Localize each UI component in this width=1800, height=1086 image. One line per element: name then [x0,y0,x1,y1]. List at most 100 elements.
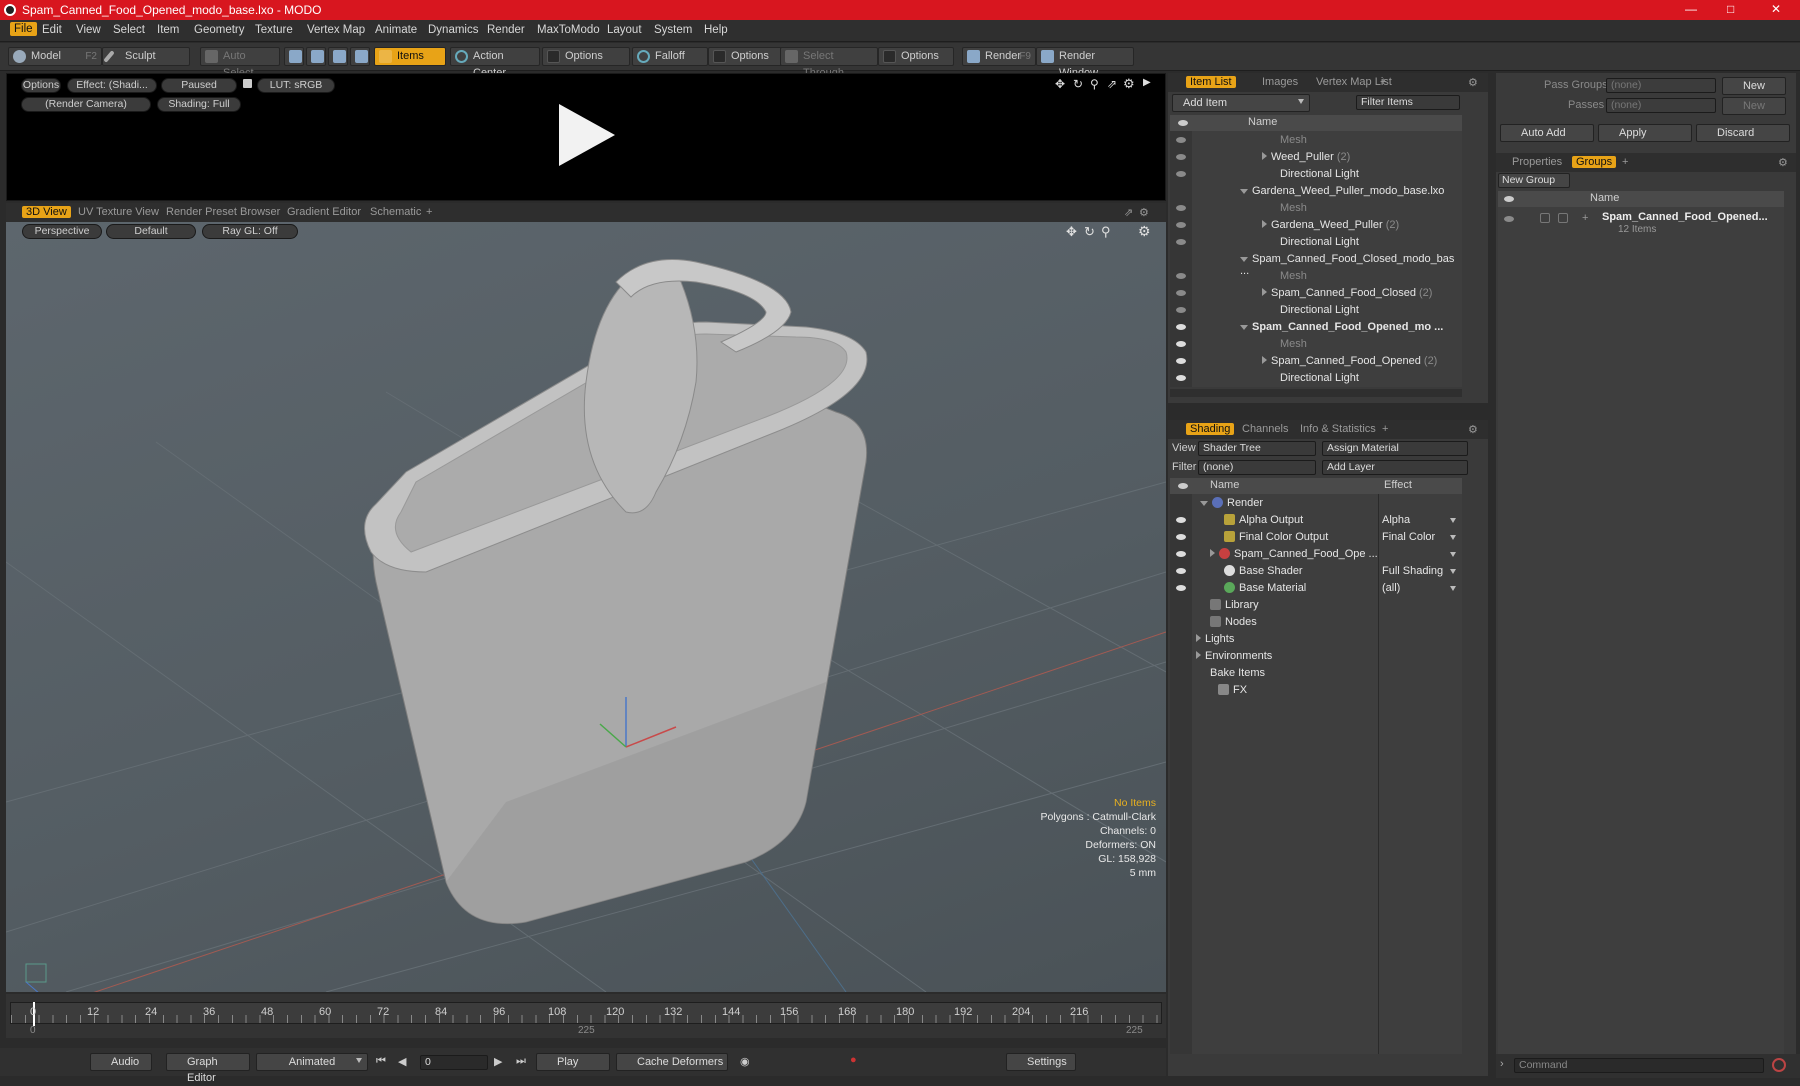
maximize-panel-icon[interactable]: ⇗ [1124,206,1133,219]
list-item[interactable]: Gardena_Weed_Puller_modo_base.lxo [1170,183,1462,200]
action-center-button[interactable]: Action Center [450,47,540,79]
key-icon[interactable]: ◉ [740,1055,750,1068]
list-item[interactable]: Spam_Canned_Food_Opened (2) [1170,353,1462,370]
arrow-right-icon[interactable]: ▶ [1143,77,1151,88]
auto-add-button[interactable]: Auto Add [1500,124,1594,142]
render-button[interactable]: Render F9 [962,47,1036,66]
tab-properties[interactable]: Properties [1512,156,1562,168]
select-edges-button[interactable] [306,47,326,66]
tab-item-list[interactable]: Item List [1186,76,1236,88]
rotate-view-icon[interactable]: ↻ [1084,224,1095,240]
record-icon[interactable]: ● [850,1054,857,1066]
gear-icon[interactable]: ⚙ [1138,223,1151,240]
menu-view[interactable]: View [76,24,101,36]
item-list-scrollbar[interactable] [1170,389,1462,397]
sculpt-button[interactable]: Sculpt [102,47,190,66]
eye-icon[interactable] [1176,534,1186,540]
prev-frame-icon[interactable]: ◀ [398,1055,406,1068]
animated-dropdown[interactable]: Animated [256,1053,368,1071]
tab-info-statistics[interactable]: Info & Statistics [1300,423,1376,435]
add-layer-dropdown[interactable]: Add Layer [1322,460,1468,475]
eye-icon[interactable] [1176,154,1186,160]
viewport-3d[interactable]: Perspective Default Ray GL: Off ✥ ↻ ⚲ ⚙ [6,222,1166,992]
eye-icon[interactable] [1176,307,1186,313]
eye-icon[interactable] [1176,341,1186,347]
eye-icon[interactable] [1176,568,1186,574]
gear-icon[interactable]: ⚙ [1778,156,1788,169]
tab-shading[interactable]: Shading [1186,423,1235,435]
lock-icon[interactable] [243,79,252,88]
expand-icon[interactable] [1262,152,1267,160]
settings-button[interactable]: Settings [1006,1053,1076,1071]
expand-icon[interactable] [1262,356,1267,364]
new-pass-group-button[interactable]: New [1722,77,1786,95]
gear-icon[interactable]: ⚙ [1139,206,1149,219]
zoom-icon[interactable]: ⚲ [1090,77,1099,91]
shader-row[interactable]: FX [1170,682,1462,699]
tab-images[interactable]: Images [1262,76,1298,88]
tab-gradient-editor[interactable]: Gradient Editor [287,206,361,218]
checkbox-icon[interactable] [1540,213,1550,223]
eye-icon[interactable] [1176,375,1186,381]
move-view-icon[interactable]: ✥ [1055,77,1065,91]
new-pass-button[interactable]: New [1722,97,1786,115]
add-tab-icon[interactable]: + [1380,76,1386,88]
audio-button[interactable]: Audio [90,1053,152,1071]
perspective-dropdown[interactable]: Perspective [22,224,102,239]
tab-3d-view[interactable]: 3D View [22,206,71,218]
list-item[interactable]: Directional Light [1170,302,1462,319]
eye-icon[interactable] [1176,171,1186,177]
assign-material-dropdown[interactable]: Assign Material [1322,441,1468,456]
menu-animate[interactable]: Animate [375,24,417,36]
cache-deformers-button[interactable]: Cache Deformers [616,1053,728,1071]
list-item[interactable]: Spam_Canned_Food_Closed_modo_bas ... [1170,251,1462,277]
command-history-icon[interactable] [1772,1058,1786,1072]
view-dropdown[interactable]: Shader Tree [1198,441,1316,456]
next-frame-icon[interactable]: ▶ [494,1055,502,1068]
frame-input[interactable]: 0 [420,1055,488,1070]
eye-icon[interactable] [1176,585,1186,591]
auto-select-button[interactable]: Auto Select [200,47,280,79]
list-item[interactable]: Weed_Puller (2) [1170,149,1462,166]
menu-layout[interactable]: Layout [607,24,642,36]
list-item[interactable]: Mesh [1170,336,1462,353]
menu-render[interactable]: Render [487,24,525,36]
eye-icon[interactable] [1176,290,1186,296]
preview-paused-button[interactable]: Paused [161,78,237,93]
expand-icon[interactable]: › [1500,1058,1504,1070]
shader-row[interactable]: Lights [1170,631,1462,648]
effect-dropdown-icon[interactable] [1450,569,1456,574]
add-tab-icon[interactable]: + [1382,423,1388,435]
menu-dynamics[interactable]: Dynamics [428,24,478,36]
menu-select[interactable]: Select [113,24,145,36]
gear-icon[interactable]: ⚙ [1123,76,1135,92]
model-button[interactable]: Model F2 [8,47,102,66]
collapse-icon[interactable] [1240,257,1248,262]
action-center-options-button[interactable]: Options [542,47,630,66]
discard-button[interactable]: Discard [1696,124,1790,142]
eye-icon[interactable] [1176,517,1186,523]
list-item[interactable]: Directional Light [1170,370,1462,387]
render-window-button[interactable]: Render Window [1036,47,1134,79]
eye-icon[interactable] [1176,222,1186,228]
group-row[interactable]: + Spam_Canned_Food_Opened... 12 Items [1498,209,1784,239]
default-dropdown[interactable]: Default [106,224,196,239]
eye-icon[interactable] [1176,551,1186,557]
eye-icon[interactable] [1176,273,1186,279]
eye-icon[interactable] [1176,137,1186,143]
preview-options-button[interactable]: Options [21,78,61,93]
falloff-button[interactable]: Falloff [632,47,708,66]
list-item[interactable]: Spam_Canned_Food_Closed (2) [1170,285,1462,302]
eye-icon[interactable] [1176,358,1186,364]
preview-effect-dropdown[interactable]: Effect: (Shadi... [67,78,157,93]
effect-dropdown-icon[interactable] [1450,552,1456,557]
gear-icon[interactable]: ⚙ [1468,76,1478,89]
tab-uv-texture-view[interactable]: UV Texture View [78,206,159,218]
add-item-dropdown[interactable]: Add Item [1172,94,1310,112]
shader-row[interactable]: Base Material (all) [1170,580,1462,597]
select-through-button[interactable]: Select Through [780,47,878,79]
apply-button[interactable]: Apply [1598,124,1692,142]
shader-row[interactable]: Base Shader Full Shading [1170,563,1462,580]
new-group-button[interactable]: New Group [1498,173,1570,188]
list-item[interactable]: Directional Light [1170,166,1462,183]
